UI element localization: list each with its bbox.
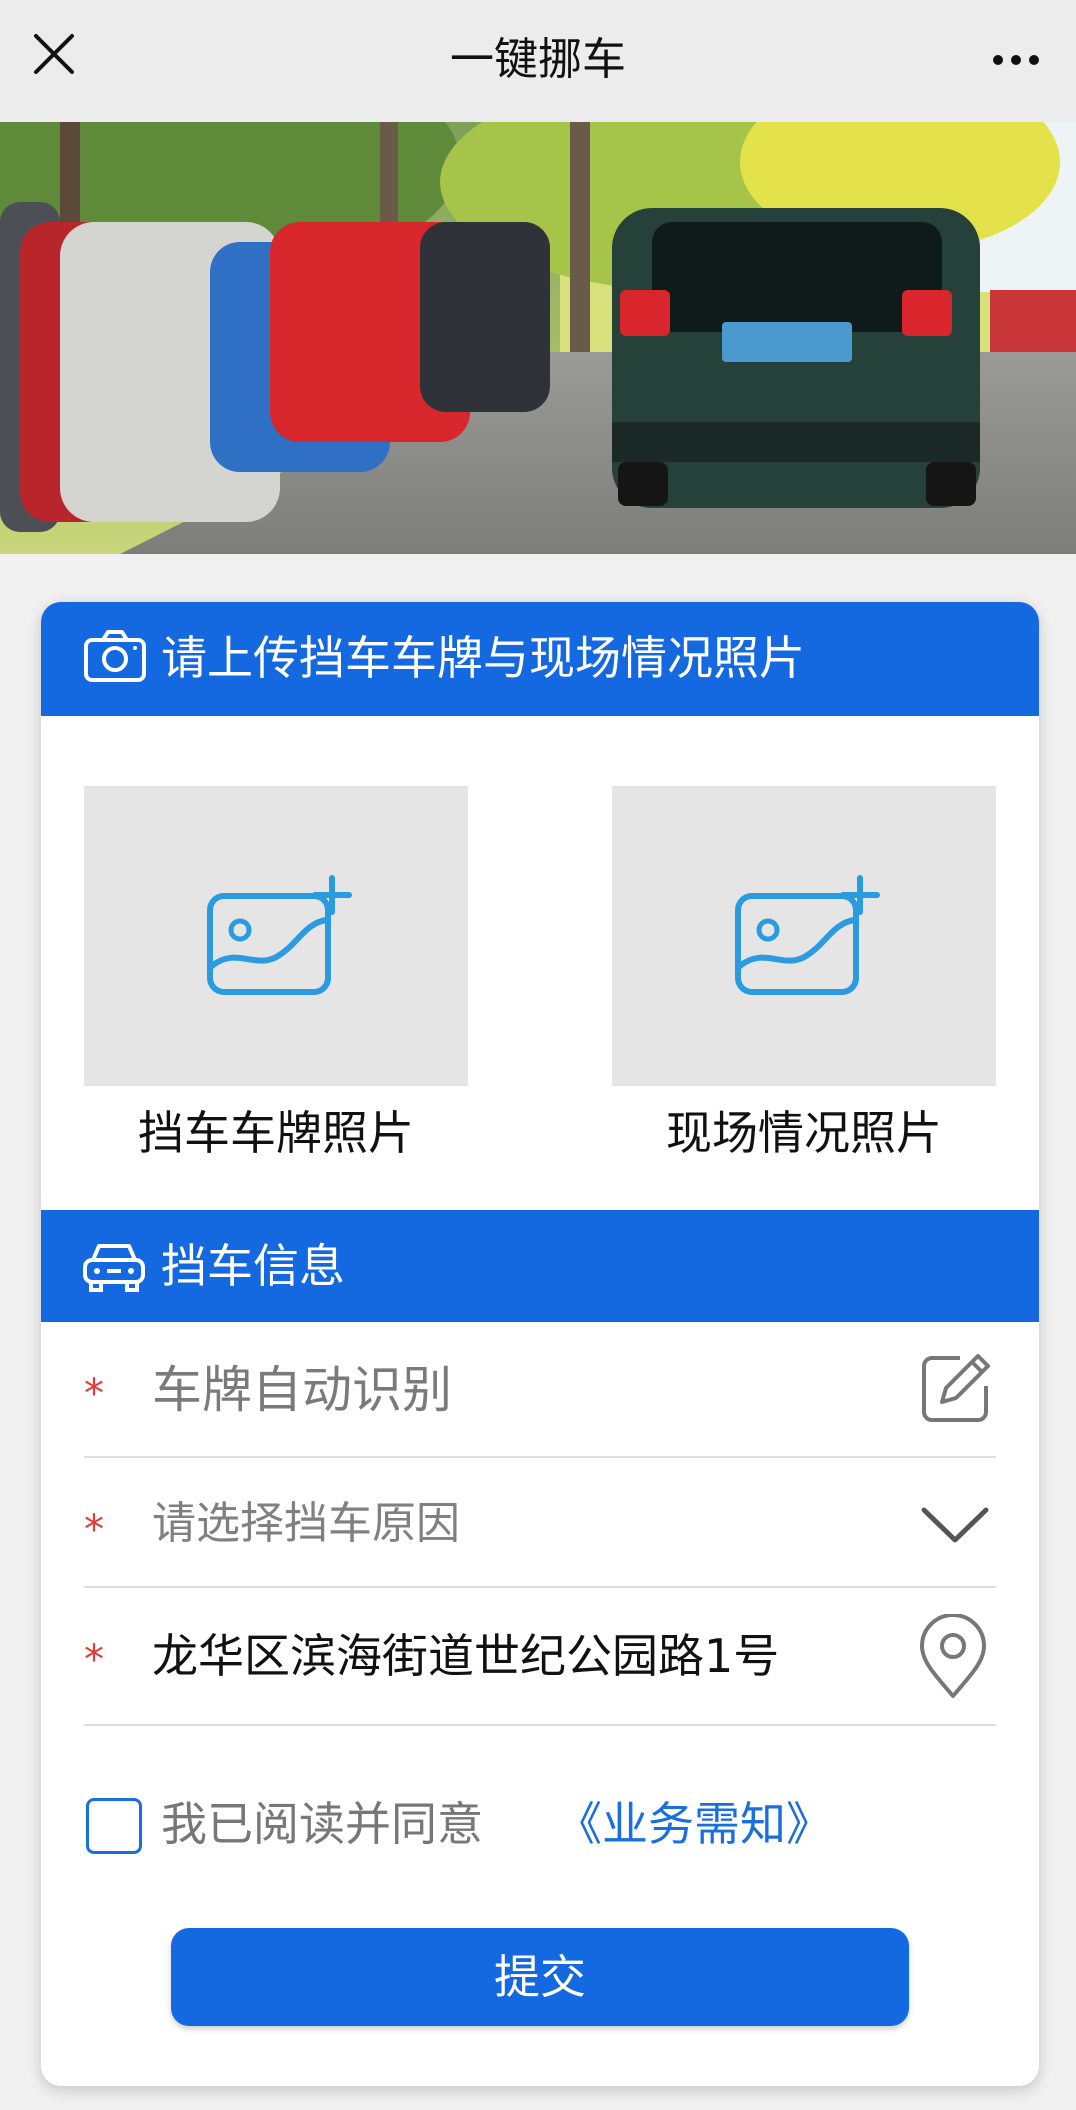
location-value: 龙华区滨海街道世纪公园路1号 bbox=[152, 1629, 780, 1683]
reason-placeholder: 请选择挡车原因 bbox=[152, 1498, 460, 1549]
plate-photo-caption: 挡车车牌照片 bbox=[138, 1106, 414, 1160]
car-icon bbox=[83, 1244, 145, 1292]
agreement-text: 我已阅读并同意 bbox=[161, 1797, 483, 1851]
add-image-icon bbox=[207, 875, 352, 995]
upload-section-header: 请上传挡车车牌与现场情况照片 bbox=[41, 602, 1039, 716]
edit-icon[interactable] bbox=[920, 1352, 992, 1424]
submit-button[interactable]: 提交 bbox=[171, 1928, 909, 2026]
plate-number-field[interactable]: * 车牌自动识别 bbox=[84, 1322, 996, 1458]
plate-number-placeholder: 车牌自动识别 bbox=[152, 1361, 452, 1419]
scene-photo-caption: 现场情况照片 bbox=[666, 1106, 942, 1160]
required-mark: * bbox=[84, 1507, 104, 1553]
chevron-down-icon bbox=[921, 1507, 989, 1543]
location-pin-icon[interactable] bbox=[918, 1614, 988, 1700]
page-title: 一键挪车 bbox=[450, 34, 626, 85]
info-section-title: 挡车信息 bbox=[161, 1239, 345, 1293]
navigation-bar: 一键挪车 bbox=[0, 0, 1076, 122]
reason-select[interactable]: * 请选择挡车原因 bbox=[84, 1458, 996, 1588]
agreement-checkbox[interactable] bbox=[86, 1798, 142, 1854]
plate-photo-upload[interactable] bbox=[84, 786, 468, 1086]
upload-section-title: 请上传挡车车牌与现场情况照片 bbox=[161, 631, 805, 685]
camera-icon bbox=[84, 630, 146, 682]
agreement-row: 我已阅读并同意 《业务需知》 bbox=[86, 1794, 986, 1854]
add-image-icon bbox=[735, 875, 880, 995]
more-icon[interactable] bbox=[986, 40, 1046, 80]
business-notice-link[interactable]: 《业务需知》 bbox=[556, 1794, 832, 1854]
hero-banner-image bbox=[0, 122, 1076, 554]
info-section-header: 挡车信息 bbox=[41, 1210, 1039, 1322]
location-field[interactable]: * 龙华区滨海街道世纪公园路1号 bbox=[84, 1588, 996, 1726]
form-card: 请上传挡车车牌与现场情况照片 挡车车牌照片 现场情况照片 挡车信息 * 车牌自动… bbox=[41, 602, 1039, 2086]
scene-photo-upload[interactable] bbox=[612, 786, 996, 1086]
required-mark: * bbox=[84, 1371, 104, 1417]
required-mark: * bbox=[84, 1637, 104, 1683]
